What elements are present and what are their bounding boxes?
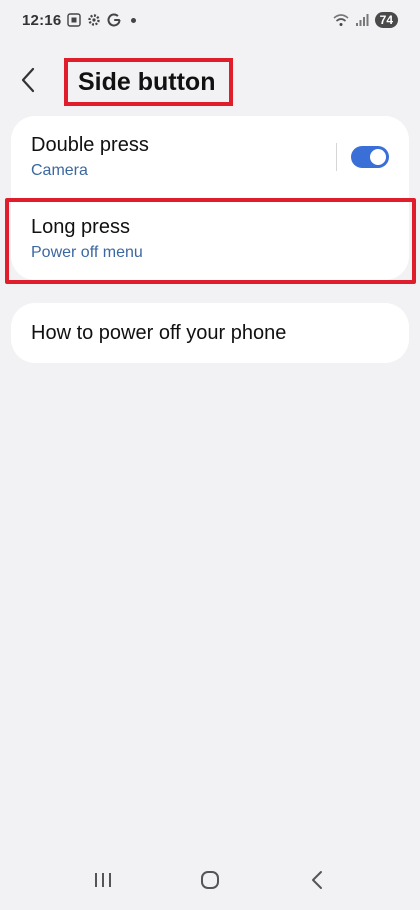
- back-icon: [310, 870, 324, 895]
- double-press-row[interactable]: Double press Camera: [11, 116, 409, 198]
- status-right: 74: [333, 12, 398, 28]
- settings-icon: [87, 13, 101, 27]
- signal-icon: [355, 13, 369, 27]
- navigation-bar: [0, 854, 420, 910]
- page-title: Side button: [78, 68, 216, 96]
- home-button[interactable]: [190, 862, 230, 902]
- long-press-subtitle: Power off menu: [31, 244, 143, 261]
- notification-dot: [131, 17, 137, 23]
- home-icon: [200, 870, 220, 895]
- toggle-knob: [370, 149, 386, 165]
- long-press-texts: Long press Power off menu: [31, 215, 143, 263]
- nav-back-button[interactable]: [297, 862, 337, 902]
- google-icon: [107, 13, 121, 27]
- status-bar: 12:16 74: [0, 0, 420, 40]
- toggle-zone: [336, 143, 389, 171]
- double-press-subtitle: Camera: [31, 162, 88, 179]
- title-highlight: Side button: [64, 58, 234, 106]
- long-press-row[interactable]: Long press Power off menu: [11, 198, 409, 280]
- recent-apps-button[interactable]: [83, 862, 123, 902]
- long-press-title: Long press: [31, 216, 130, 238]
- power-off-help-link[interactable]: How to power off your phone: [31, 321, 286, 345]
- double-press-title: Double press: [31, 134, 149, 156]
- status-left: 12:16: [22, 11, 137, 29]
- double-press-texts: Double press Camera: [31, 133, 149, 181]
- side-button-settings-card: Double press Camera Long press Power off…: [5, 116, 416, 284]
- battery-badge: 74: [374, 12, 398, 28]
- status-time: 12:16: [22, 11, 62, 29]
- header: Side button: [20, 56, 400, 108]
- back-button[interactable]: [20, 62, 56, 102]
- chevron-left-icon: [20, 67, 36, 98]
- recent-apps-icon: [93, 871, 113, 894]
- double-press-toggle[interactable]: [351, 146, 389, 168]
- screenshot-icon: [67, 13, 82, 27]
- power-off-help-card[interactable]: How to power off your phone: [11, 303, 409, 363]
- vertical-divider: [336, 143, 337, 171]
- wifi-icon: [333, 13, 349, 27]
